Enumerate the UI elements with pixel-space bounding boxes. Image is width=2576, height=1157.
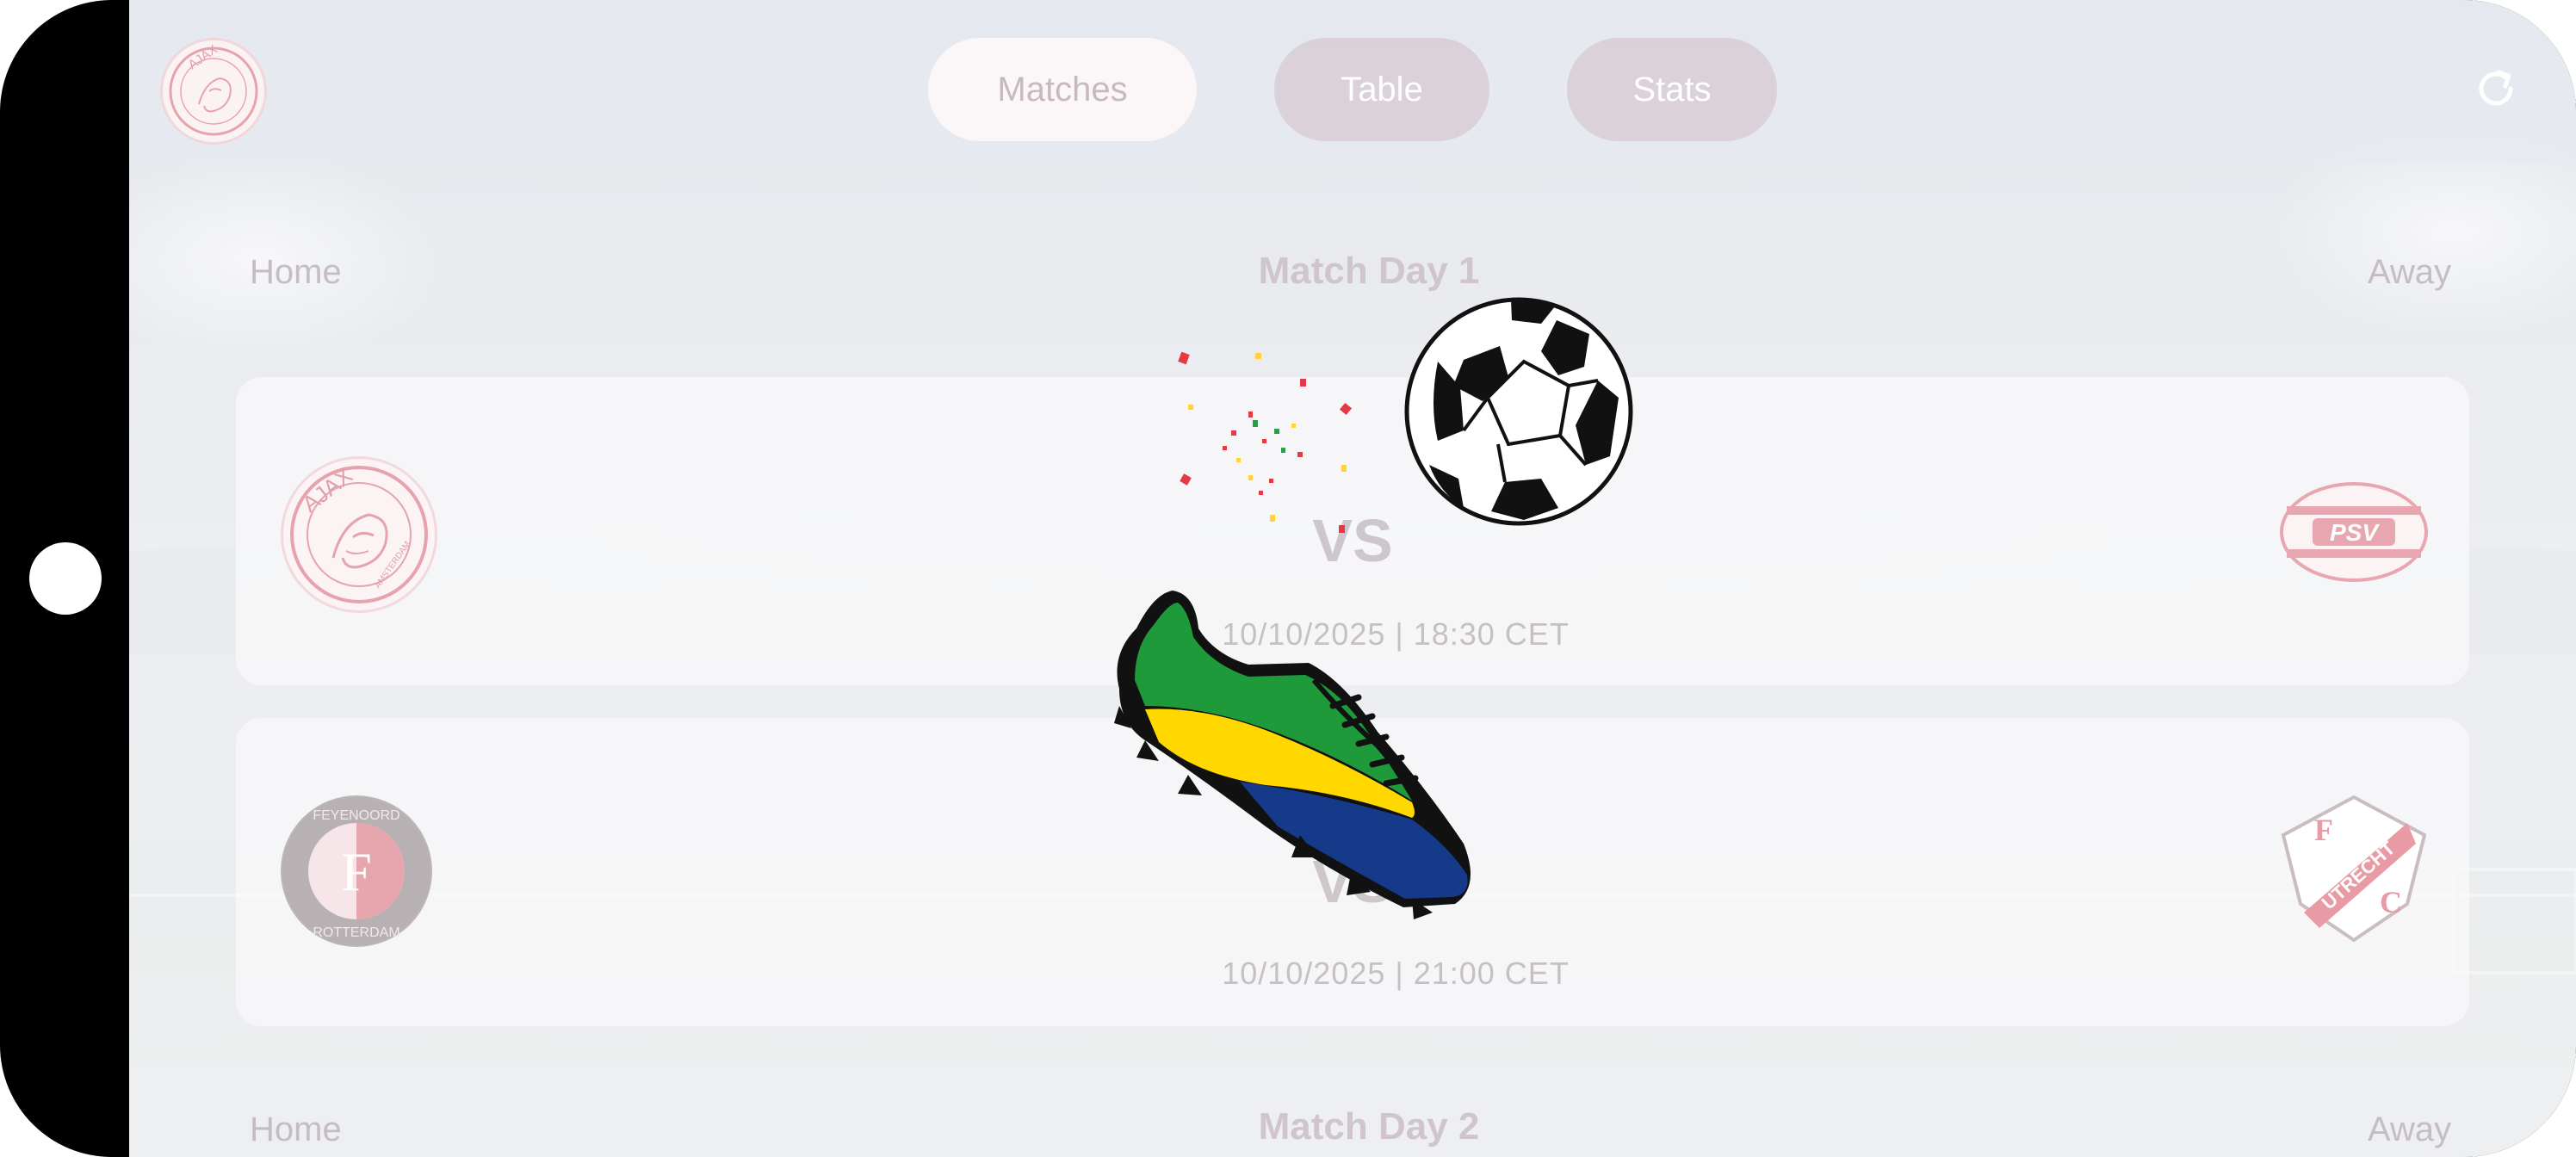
matchday-title: Match Day 2	[1258, 1105, 1480, 1148]
svg-text:PSV: PSV	[2330, 519, 2380, 546]
psv-logo-icon: PSV	[2280, 482, 2428, 582]
match-card[interactable]: F FEYENOORD ROTTERDAM VS 10/10/2025 | 21…	[236, 718, 2469, 1026]
home-column-label: Home	[250, 1111, 342, 1148]
vs-label: VS	[1312, 507, 1393, 574]
svg-text:AJAX: AJAX	[297, 462, 357, 517]
app-logo[interactable]: AJAX	[160, 38, 267, 145]
refresh-icon[interactable]	[2473, 65, 2519, 112]
utrecht-logo-icon: F C UTRECHT	[2281, 795, 2427, 943]
app-screen: AJAX Matches Table Stats Home Match Day …	[129, 0, 2576, 1157]
away-column-label: Away	[2368, 1111, 2452, 1148]
away-column-label: Away	[2368, 253, 2452, 291]
vs-label: VS	[1312, 848, 1393, 915]
tab-matches[interactable]: Matches	[928, 38, 1197, 141]
svg-text:ROTTERDAM: ROTTERDAM	[313, 925, 399, 940]
away-team-badge: PSV	[2278, 456, 2430, 608]
camera-cutout	[29, 542, 102, 615]
home-team-badge: AJAX AMSTERDAM	[281, 456, 437, 613]
device-frame: AJAX Matches Table Stats Home Match Day …	[0, 0, 2576, 1157]
tab-table[interactable]: Table	[1274, 38, 1489, 141]
match-datetime: 10/10/2025 | 21:00 CET	[1222, 956, 1570, 991]
svg-text:F: F	[341, 841, 372, 902]
svg-text:F: F	[2314, 813, 2333, 847]
away-team-badge: F C UTRECHT	[2278, 792, 2430, 944]
svg-text:FEYENOORD: FEYENOORD	[313, 808, 399, 823]
match-card[interactable]: AJAX AMSTERDAM VS 10/10/2025 | 18:30 CET…	[236, 377, 2469, 685]
home-team-badge: F FEYENOORD ROTTERDAM	[281, 795, 432, 947]
home-column-label: Home	[250, 253, 342, 291]
feyenoord-logo-icon: F FEYENOORD ROTTERDAM	[282, 797, 430, 945]
matchday-title: Match Day 1	[1258, 250, 1480, 292]
match-datetime: 10/10/2025 | 18:30 CET	[1222, 616, 1570, 652]
tab-stats[interactable]: Stats	[1567, 38, 1777, 141]
svg-text:C: C	[2380, 885, 2402, 919]
ajax-logo-icon: AJAX AMSTERDAM	[290, 462, 428, 603]
ajax-logo-icon: AJAX	[169, 44, 258, 136]
